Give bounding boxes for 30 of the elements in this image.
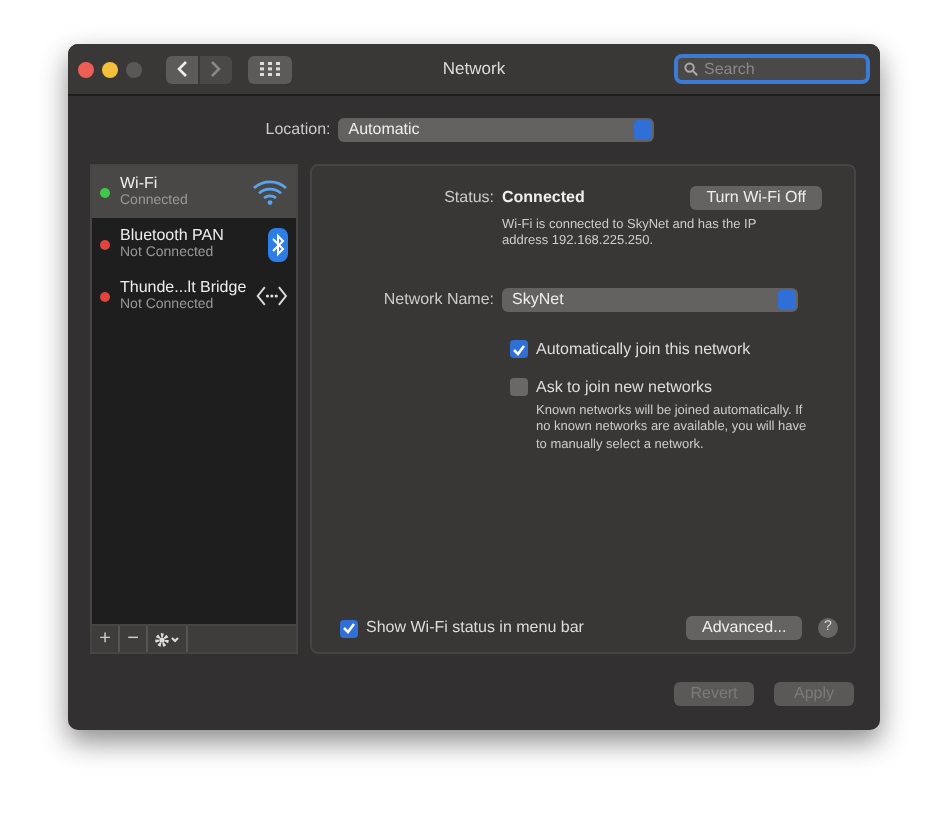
status-label: Status: (442, 186, 496, 210)
remove-button[interactable]: − (120, 626, 148, 652)
bridge-icon (256, 284, 288, 308)
checkbox[interactable] (510, 378, 528, 397)
search-icon (684, 62, 698, 76)
search-field[interactable]: Search (674, 54, 870, 84)
grid-icon (260, 62, 280, 76)
window-title: Network (442, 58, 506, 79)
advanced-button[interactable]: Advanced... (686, 616, 802, 640)
back-icon (176, 60, 188, 78)
checkbox-label: Automatically join this network (536, 337, 751, 362)
minimize-button[interactable] (102, 61, 118, 77)
add-button[interactable]: + (92, 626, 120, 652)
turn-wifi-off-button[interactable]: Turn Wi-Fi Off (690, 186, 822, 210)
checkbox[interactable] (340, 619, 358, 637)
bluetooth-icon (268, 227, 288, 261)
network-name-label: Network Name: (381, 287, 496, 312)
back-button[interactable] (166, 55, 198, 83)
location-dropdown[interactable]: Automatic (338, 118, 655, 142)
show-all-button[interactable] (248, 55, 292, 83)
status-value: Connected (502, 186, 585, 210)
network-name-dropdown[interactable]: SkyNet (502, 287, 798, 312)
checkbox[interactable] (510, 340, 528, 359)
checkbox-label: Ask to join new networks (536, 375, 713, 400)
checkbox-label: Show Wi-Fi status in menu bar (366, 616, 584, 640)
wifi-icon (252, 178, 288, 206)
gear-icon (153, 631, 181, 647)
forward-icon (210, 60, 222, 78)
close-button[interactable] (78, 61, 94, 77)
location-label: Location: (265, 118, 331, 142)
